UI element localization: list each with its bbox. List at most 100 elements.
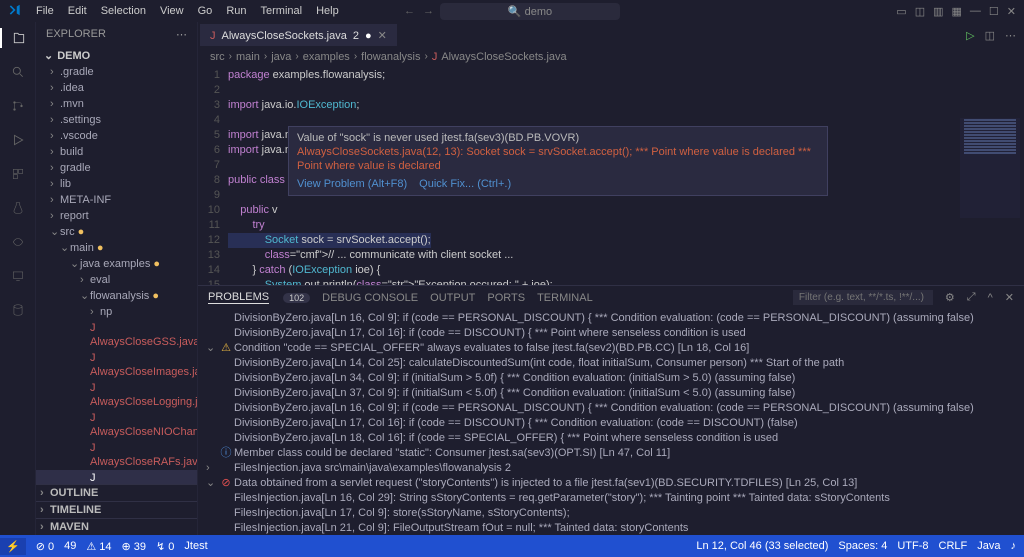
tree-item[interactable]: ⌄src● (36, 224, 197, 240)
tab-problems[interactable]: PROBLEMS (208, 291, 269, 304)
tab-debug-console[interactable]: DEBUG CONSOLE (322, 292, 418, 304)
breadcrumb[interactable]: src › main › java › examples › flowanaly… (198, 48, 1024, 66)
tree-item[interactable]: ›.vscode (36, 128, 197, 144)
problem-row[interactable]: DivisionByZero.java[Ln 37, Col 9]: if (i… (206, 386, 1016, 401)
close-tab-icon[interactable]: ✕ (378, 29, 387, 42)
tree-item[interactable]: ›gradle (36, 160, 197, 176)
status-spaces[interactable]: Spaces: 4 (838, 540, 887, 552)
outline-section[interactable]: ›OUTLINE (36, 484, 197, 501)
sidebar-toggle-icon[interactable]: ▥ (933, 5, 943, 18)
tree-item[interactable]: ›report (36, 208, 197, 224)
source-control-icon[interactable] (8, 96, 28, 116)
status-remote[interactable]: ⚡ (0, 538, 26, 555)
tree-item[interactable]: ›lib (36, 176, 197, 192)
status-infos[interactable]: ⊕ 39 (122, 540, 147, 553)
tree-item[interactable]: ⌄java examples● (36, 256, 197, 272)
tree-item[interactable]: ›.settings (36, 112, 197, 128)
run-debug-icon[interactable] (8, 130, 28, 150)
search-icon[interactable] (8, 62, 28, 82)
timeline-section[interactable]: ›TIMELINE (36, 501, 197, 518)
tree-item[interactable]: J AlwaysCloseNIOChannels.java3 (36, 410, 197, 440)
tree-item[interactable]: ›eval (36, 272, 197, 288)
problem-row[interactable]: FilesInjection.java[Ln 17, Col 9]: store… (206, 506, 1016, 521)
problem-row[interactable]: DivisionByZero.java[Ln 17, Col 16]: if (… (206, 326, 1016, 341)
code-editor[interactable]: 123456789101112131415161718192021222324 … (198, 66, 1024, 285)
explorer-icon[interactable] (0, 28, 36, 48)
tree-item[interactable]: ›.gradle (36, 64, 197, 80)
problem-row[interactable]: FilesInjection.java[Ln 21, Col 9]: FileO… (206, 521, 1016, 535)
problem-row[interactable]: ⌄⊘Data obtained from a servlet request (… (206, 476, 1016, 491)
tree-item[interactable]: ›.mvn (36, 96, 197, 112)
tree-item[interactable]: J AlwaysCloseSockets.java2 (36, 470, 197, 484)
problem-row[interactable]: ›FilesInjection.java src\main\java\examp… (206, 461, 1016, 476)
run-icon[interactable]: ▷ (966, 29, 974, 42)
status-ports[interactable]: ↯ 0 (156, 540, 174, 553)
problem-row[interactable]: FilesInjection.java[Ln 16, Col 29]: Stri… (206, 491, 1016, 506)
status-warnings[interactable]: ⚠ 14 (86, 540, 111, 553)
menu-edit[interactable]: Edit (62, 3, 93, 19)
database-icon[interactable] (8, 300, 28, 320)
menu-selection[interactable]: Selection (95, 3, 152, 19)
tree-item[interactable]: ⌄main● (36, 240, 197, 256)
window-maximize[interactable]: ☐ (989, 5, 999, 18)
problem-row[interactable]: ⓘMember class could be declared "static"… (206, 446, 1016, 461)
status-lang[interactable]: Java (977, 540, 1000, 552)
status-eol[interactable]: CRLF (939, 540, 968, 552)
layout-toggle-icon[interactable]: ▭ (896, 5, 906, 18)
problem-row[interactable]: ⌄⚠Condition "code == SPECIAL_OFFER" alwa… (206, 341, 1016, 356)
problem-row[interactable]: DivisionByZero.java[Ln 17, Col 16]: if (… (206, 416, 1016, 431)
command-center[interactable]: 🔍 demo (440, 3, 620, 20)
filter-icon[interactable]: ⚙ (945, 291, 955, 304)
parasoft-icon[interactable] (8, 232, 28, 252)
remote-icon[interactable] (8, 266, 28, 286)
problems-filter-input[interactable] (793, 290, 933, 305)
window-minimize[interactable]: — (970, 5, 981, 18)
split-editor-icon[interactable]: ◫ (985, 29, 995, 42)
menu-help[interactable]: Help (310, 3, 345, 19)
testing-icon[interactable] (8, 198, 28, 218)
nav-back-icon[interactable]: ← (404, 5, 415, 17)
more-icon[interactable]: ⋯ (176, 28, 187, 41)
tree-item[interactable]: J AlwaysCloseGSS.java2 (36, 320, 197, 350)
collapse-icon[interactable]: ⤢ (967, 291, 976, 304)
menu-view[interactable]: View (154, 3, 190, 19)
quick-fix-link[interactable]: Quick Fix... (Ctrl+.) (419, 178, 511, 190)
panel-close-icon[interactable]: ✕ (1005, 291, 1014, 304)
window-close[interactable]: ✕ (1007, 5, 1016, 18)
tree-item[interactable]: ›.idea (36, 80, 197, 96)
menu-run[interactable]: Run (220, 3, 252, 19)
problem-row[interactable]: DivisionByZero.java[Ln 16, Col 9]: if (c… (206, 401, 1016, 416)
tab-output[interactable]: OUTPUT (430, 292, 475, 304)
extensions-icon[interactable] (8, 164, 28, 184)
panel-toggle-icon[interactable]: ◫ (915, 5, 925, 18)
panel-maximize-icon[interactable]: ^ (988, 292, 993, 304)
nav-fwd-icon[interactable]: → (423, 5, 434, 17)
tree-item[interactable]: J AlwaysCloseImages.java (36, 350, 197, 380)
tab-terminal[interactable]: TERMINAL (537, 292, 593, 304)
menu-terminal[interactable]: Terminal (255, 3, 309, 19)
tree-item[interactable]: J AlwaysCloseRAFs.java (36, 440, 197, 470)
maven-section[interactable]: ›MAVEN (36, 518, 197, 535)
tree-item[interactable]: ›np (36, 304, 197, 320)
status-cursor[interactable]: Ln 12, Col 46 (33 selected) (696, 540, 828, 552)
status-bell-icon[interactable]: ♪ (1011, 540, 1017, 552)
problem-row[interactable]: DivisionByZero.java[Ln 14, Col 25]: calc… (206, 356, 1016, 371)
menu-go[interactable]: Go (192, 3, 219, 19)
status-encoding[interactable]: UTF-8 (897, 540, 928, 552)
status-count1[interactable]: 49 (64, 540, 76, 552)
tab-alwaysclosesockets[interactable]: J AlwaysCloseSockets.java 2 ● ✕ (200, 24, 397, 46)
status-errors[interactable]: ⊘ 0 (36, 540, 54, 553)
customize-layout-icon[interactable]: ▦ (952, 5, 962, 18)
tree-item[interactable]: ›build (36, 144, 197, 160)
problem-row[interactable]: DivisionByZero.java[Ln 16, Col 9]: if (c… (206, 311, 1016, 326)
tree-item[interactable]: ⌄flowanalysis● (36, 288, 197, 304)
status-jtest[interactable]: Jtest (184, 540, 207, 552)
problem-row[interactable]: DivisionByZero.java[Ln 34, Col 9]: if (i… (206, 371, 1016, 386)
tab-ports[interactable]: PORTS (487, 292, 525, 304)
tree-item[interactable]: J AlwaysCloseLogging.java1 (36, 380, 197, 410)
view-problem-link[interactable]: View Problem (Alt+F8) (297, 178, 407, 190)
problem-row[interactable]: DivisionByZero.java[Ln 18, Col 16]: if (… (206, 431, 1016, 446)
more-actions-icon[interactable]: ⋯ (1005, 29, 1016, 42)
menu-file[interactable]: File (30, 3, 60, 19)
tree-item[interactable]: ›META-INF (36, 192, 197, 208)
